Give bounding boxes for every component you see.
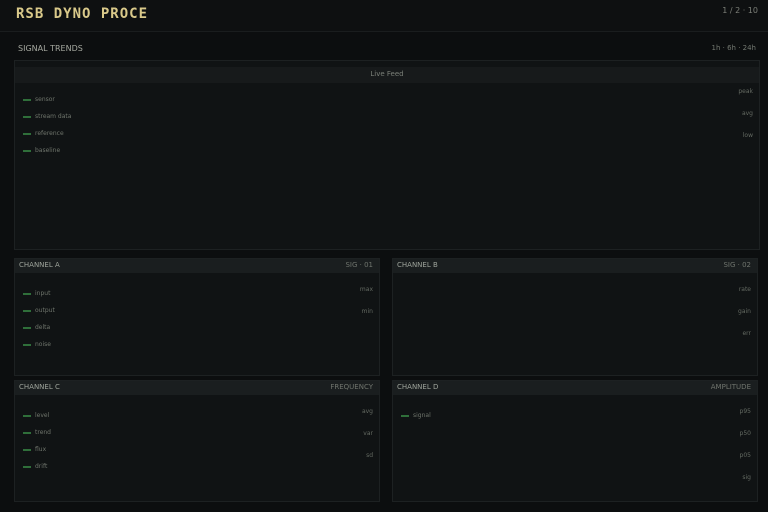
chart-panel-channel-c: CHANNEL C FREQUENCY level trend flux drift avg… bbox=[14, 380, 380, 502]
panel-chart bbox=[15, 397, 379, 501]
side-label: low bbox=[742, 132, 753, 139]
legend-label: stream data bbox=[35, 113, 72, 120]
panel-header: CHANNEL A SIG · 01 bbox=[15, 259, 379, 273]
main-chart bbox=[15, 151, 760, 250]
main-panel-title: SIGNAL TRENDS bbox=[18, 44, 83, 53]
panel-meta[interactable]: SIG · 02 bbox=[723, 261, 751, 269]
panel-chart bbox=[15, 275, 379, 375]
chart-panel-channel-a: CHANNEL A SIG · 01 input output delta noise ma… bbox=[14, 258, 380, 376]
panel-meta[interactable]: AMPLITUDE bbox=[711, 383, 751, 391]
panel-title: CHANNEL C bbox=[19, 383, 60, 391]
panel-title: CHANNEL A bbox=[19, 261, 60, 269]
legend-swatch bbox=[23, 98, 31, 101]
legend-label: reference bbox=[35, 130, 64, 137]
panel-chart bbox=[393, 397, 757, 501]
panel-chart bbox=[393, 275, 757, 375]
panel-meta[interactable]: SIG · 01 bbox=[345, 261, 373, 269]
main-panel-meta[interactable]: 1h · 6h · 24h bbox=[712, 44, 756, 52]
top-bar: RSB DYNO PROCE 1 / 2 · 10 bbox=[0, 0, 768, 32]
panel-header: CHANNEL C FREQUENCY bbox=[15, 381, 379, 395]
chart-panel-channel-d: CHANNEL D AMPLITUDE signal p95 p50 p05 sig bbox=[392, 380, 758, 502]
main-chart-subheader: Live Feed bbox=[15, 67, 759, 83]
legend-swatch bbox=[23, 115, 31, 118]
chart-panel-channel-b: CHANNEL B SIG · 02 rate gain err bbox=[392, 258, 758, 376]
panel-header: CHANNEL D AMPLITUDE bbox=[393, 381, 757, 395]
main-chart-panel: Live Feed sensor stream data reference base… bbox=[14, 60, 760, 250]
app-title: RSB DYNO PROCE bbox=[16, 6, 149, 22]
main-chart-right-labels: peak avg low bbox=[738, 81, 753, 147]
panel-meta[interactable]: FREQUENCY bbox=[330, 383, 373, 391]
panel-header: CHANNEL B SIG · 02 bbox=[393, 259, 757, 273]
main-chart-subtitle: Live Feed bbox=[370, 70, 404, 78]
panel-title: CHANNEL B bbox=[397, 261, 438, 269]
legend-item: sensor bbox=[23, 91, 71, 108]
side-label: peak bbox=[738, 88, 753, 95]
top-status: 1 / 2 · 10 bbox=[722, 6, 758, 15]
legend-item: stream data bbox=[23, 108, 71, 125]
legend-label: sensor bbox=[35, 96, 55, 103]
panel-title: CHANNEL D bbox=[397, 383, 439, 391]
legend-swatch bbox=[23, 132, 31, 135]
main-chart-legend: sensor stream data reference baseline bbox=[23, 91, 71, 159]
legend-item: reference bbox=[23, 125, 71, 142]
side-label: avg bbox=[741, 110, 753, 117]
